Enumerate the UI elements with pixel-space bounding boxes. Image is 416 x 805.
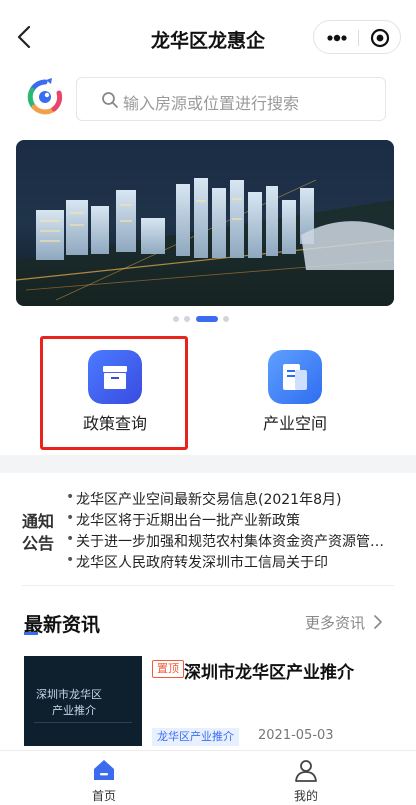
carousel-dot — [173, 316, 179, 322]
policy-query-label: 政策查询 — [82, 414, 147, 433]
notice-item[interactable]: 龙华区人民政府转发深圳市工信局关于印 — [64, 552, 389, 573]
carousel-indicator — [0, 316, 416, 324]
close-miniprogram-icon[interactable] — [370, 28, 390, 48]
thumbnail-rule — [34, 722, 132, 723]
tab-home-label: 首页 — [91, 789, 116, 803]
notice-badge-top: 通知 — [22, 512, 55, 531]
banner-carousel[interactable] — [16, 140, 394, 306]
app-logo — [27, 78, 63, 115]
industry-space-icon — [268, 350, 322, 404]
home-icon — [94, 760, 114, 780]
divider — [22, 585, 394, 586]
search-input[interactable]: 输入房源或位置进行搜索 — [76, 77, 386, 121]
news-thumbnail: 深圳市龙华区 产业推介 — [24, 656, 142, 746]
notice-list: 龙华区产业空间最新交易信息(2021年8月) 龙华区将于近期出台一批产业新政策 … — [64, 489, 389, 573]
policy-query-button[interactable]: 政策查询 — [40, 340, 190, 450]
section-divider — [0, 455, 416, 473]
news-section-header: 最新资讯 更多资讯 — [0, 600, 416, 640]
tab-mine-label: 我的 — [293, 789, 318, 803]
news-headline: 深圳市龙华区产业推介 — [184, 663, 354, 683]
profile-icon — [295, 760, 317, 782]
carousel-dot — [184, 316, 190, 322]
notice-badge-bottom: 公告 — [22, 534, 55, 553]
title-underline — [24, 632, 38, 635]
search-icon — [102, 92, 118, 108]
notice-board: 通知 公告 龙华区产业空间最新交易信息(2021年8月) 龙华区将于近期出台一批… — [0, 473, 416, 593]
thumbnail-text-line2: 产业推介 — [52, 704, 96, 717]
nav-header: 龙华区龙惠企 — [0, 0, 416, 70]
notice-item[interactable]: 关于进一步加强和规范农村集体资金资产资源管理的通知 — [64, 531, 389, 552]
news-list-item[interactable]: 深圳市龙华区 产业推介 置顶 深圳市龙华区产业推介 龙华区产业推介 2021-0… — [0, 650, 416, 750]
more-news-link[interactable]: 更多资讯 — [305, 612, 365, 633]
carousel-dot-active — [196, 316, 218, 322]
banner-image — [16, 140, 394, 306]
chevron-right-icon[interactable] — [372, 614, 384, 630]
capsule-divider — [358, 30, 359, 46]
notice-item[interactable]: 龙华区产业空间最新交易信息(2021年8月) — [64, 489, 389, 510]
policy-box-icon — [88, 350, 142, 404]
carousel-dot — [223, 316, 229, 322]
industry-space-button[interactable]: 产业空间 — [220, 340, 370, 450]
news-tag: 龙华区产业推介 — [152, 728, 239, 746]
search-placeholder: 输入房源或位置进行搜索 — [123, 94, 300, 113]
notice-item[interactable]: 龙华区将于近期出台一批产业新政策 — [64, 510, 389, 531]
industry-space-label: 产业空间 — [262, 414, 327, 433]
notice-badge: 通知 公告 — [22, 511, 66, 555]
more-menu-icon[interactable] — [326, 30, 348, 46]
tab-mine[interactable]: 我的 — [246, 757, 366, 805]
thumbnail-text-line1: 深圳市龙华区 — [36, 688, 102, 701]
pinned-badge: 置顶 — [152, 660, 184, 678]
tab-home[interactable]: 首页 — [44, 757, 164, 805]
miniprogram-capsule — [313, 20, 401, 54]
news-date: 2021-05-03 — [258, 728, 334, 743]
bottom-tab-bar: 首页 我的 — [0, 750, 416, 805]
